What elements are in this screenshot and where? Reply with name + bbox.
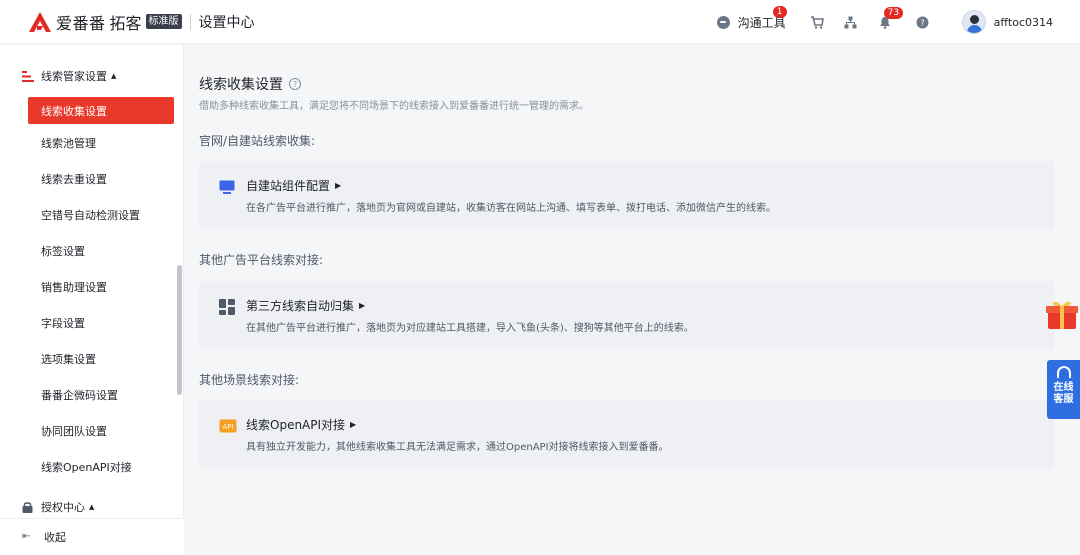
card-site-component[interactable]: 自建站组件配置 ▶ 在各广告平台进行推广，落地页为官网或自建站，收集访客在网站上… xyxy=(199,161,1054,229)
section-label-other-platforms: 其他广告平台线索对接: xyxy=(199,253,324,267)
sidebar-scrollbar[interactable] xyxy=(177,265,182,395)
brand-name: 爱番番 xyxy=(56,13,106,33)
page-section-title: 设置中心 xyxy=(198,14,255,31)
online-support-button[interactable]: 在线 客服 xyxy=(1047,360,1080,419)
sidebar-group-label: 授权中心 xyxy=(41,501,85,514)
sidebar-item-openapi[interactable]: 线索OpenAPI对接 xyxy=(28,449,174,485)
caret-up-icon: ▲ xyxy=(89,503,95,511)
header-actions: 沟通工具 1 73 ? afftoc0314 xyxy=(716,0,1080,44)
sidebar-item-dedup[interactable]: 线索去重设置 xyxy=(28,161,174,197)
sidebar-item-option-sets[interactable]: 选项集设置 xyxy=(28,341,174,377)
bell-icon[interactable]: 73 xyxy=(878,7,904,29)
caret-right-icon: ▶ xyxy=(335,181,342,190)
caret-right-icon: ▶ xyxy=(350,420,357,429)
sidebar-item-lead-collection[interactable]: 线索收集设置 xyxy=(28,97,174,124)
section-label-website: 官网/自建站线索收集: xyxy=(199,134,316,148)
monitor-icon xyxy=(219,179,235,194)
sidebar: 线索管家设置 ▲ 线索收集设置 线索池管理 线索去重设置 空错号自动检测设置 标… xyxy=(0,45,184,555)
sidebar-group-label: 线索管家设置 xyxy=(41,70,107,83)
sidebar-group-auth-center[interactable]: 授权中心 ▲ xyxy=(22,499,94,515)
question-icon[interactable]: ? xyxy=(289,78,301,90)
header-divider xyxy=(189,13,191,30)
collapse-button[interactable]: ⇤ 收起 xyxy=(0,518,184,555)
sidebar-item-wecom-code[interactable]: 番番企微码设置 xyxy=(28,377,174,413)
sidebar-item-team[interactable]: 协同团队设置 xyxy=(28,413,174,449)
lock-icon xyxy=(22,502,33,513)
svg-text:API: API xyxy=(222,423,233,431)
card-description: 具有独立开发能力，其他线索收集工具无法满足需求，通过OpenAPI对接将线索接入… xyxy=(246,442,669,453)
card-title[interactable]: 自建站组件配置 ▶ xyxy=(246,177,341,194)
sidebar-item-lead-pool[interactable]: 线索池管理 xyxy=(28,125,174,161)
logo-mark-icon xyxy=(28,11,52,33)
section-label-other-scenarios: 其他场景线索对接: xyxy=(199,373,300,387)
communication-tool-button[interactable]: 沟通工具 1 xyxy=(716,5,787,31)
page-description: 借助多种线索收集工具，满足您将不同场景下的线索接入到爱番番进行统一管理的需求。 xyxy=(199,101,589,112)
api-icon: API xyxy=(219,418,237,433)
card-title[interactable]: 第三方线索自动归集 ▶ xyxy=(246,297,365,314)
card-title-text: 线索OpenAPI对接 xyxy=(246,418,346,432)
collapse-icon: ⇤ xyxy=(22,531,31,542)
sidebar-item-number-check[interactable]: 空错号自动检测设置 xyxy=(28,197,174,233)
logo[interactable]: 爱番番 拓客 标准版 xyxy=(28,0,182,44)
card-third-party-leads[interactable]: 第三方线索自动归集 ▶ 在其他广告平台进行推广，落地页为对应建站工具搭建，导入飞… xyxy=(199,281,1054,349)
card-title-text: 第三方线索自动归集 xyxy=(246,299,355,313)
card-title-text: 自建站组件配置 xyxy=(246,179,331,193)
page-title-row: 线索收集设置 ? xyxy=(199,74,301,94)
page-title: 线索收集设置 xyxy=(199,77,283,93)
collapse-label: 收起 xyxy=(44,531,66,544)
sidebar-items: 线索收集设置 线索池管理 线索去重设置 空错号自动检测设置 标签设置 销售助理设… xyxy=(28,97,174,485)
chat-icon xyxy=(716,15,730,29)
blocks-icon xyxy=(219,299,235,315)
headset-icon xyxy=(1056,366,1071,378)
brand-sub: 拓客 xyxy=(109,13,142,33)
support-label-line2: 客服 xyxy=(1053,394,1074,405)
top-header: 爱番番 拓客 标准版 设置中心 沟通工具 1 73 ? afftoc0314 xyxy=(0,0,1080,44)
caret-right-icon: ▶ xyxy=(359,301,366,310)
help-icon[interactable]: ? xyxy=(916,15,930,29)
avatar[interactable] xyxy=(961,10,986,34)
edition-badge: 标准版 xyxy=(145,14,182,29)
username[interactable]: afftoc0314 xyxy=(994,16,1053,29)
card-description: 在各广告平台进行推广，落地页为官网或自建站，收集访客在网站上沟通、填写表单、拨打… xyxy=(246,203,776,214)
support-label-line1: 在线 xyxy=(1053,382,1074,393)
cart-icon[interactable] xyxy=(810,15,824,29)
svg-text:?: ? xyxy=(920,18,924,27)
gift-icon[interactable] xyxy=(1044,298,1080,330)
notification-badge: 73 xyxy=(883,7,904,19)
menu-icon xyxy=(22,70,34,82)
card-title[interactable]: 线索OpenAPI对接 ▶ xyxy=(246,416,356,433)
org-icon[interactable] xyxy=(844,15,858,29)
sidebar-item-tags[interactable]: 标签设置 xyxy=(28,233,174,269)
card-description: 在其他广告平台进行推广，落地页为对应建站工具搭建，导入飞鱼(头条)、搜狗等其他平… xyxy=(246,323,694,334)
sidebar-item-fields[interactable]: 字段设置 xyxy=(28,305,174,341)
sidebar-group-lead-butler[interactable]: 线索管家设置 ▲ xyxy=(22,68,116,84)
sidebar-item-sales-assistant[interactable]: 销售助理设置 xyxy=(28,269,174,305)
caret-up-icon: ▲ xyxy=(111,72,117,80)
tool-badge: 1 xyxy=(772,5,787,18)
card-openapi[interactable]: API 线索OpenAPI对接 ▶ 具有独立开发能力，其他线索收集工具无法满足需… xyxy=(199,400,1054,468)
